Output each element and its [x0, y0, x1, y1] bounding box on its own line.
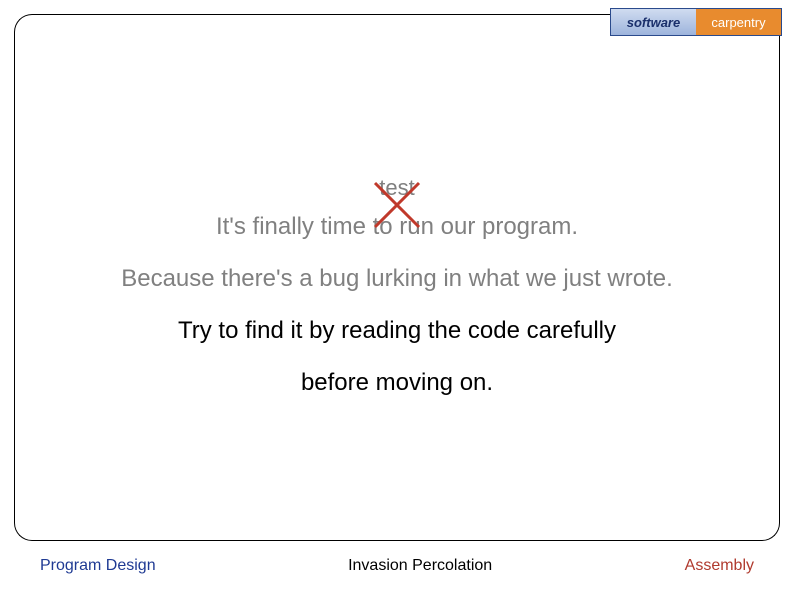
logo: software carpentry [610, 8, 782, 36]
body-line-3: Try to find it by reading the code caref… [0, 317, 794, 345]
slide-border-top [100, 14, 694, 15]
body-line-1: It's finally time to run our program. [0, 213, 794, 241]
crossed-out-word: run [399, 213, 434, 240]
footer-left: Program Design [40, 557, 156, 575]
slide-border-br [690, 451, 780, 541]
logo-left: software [611, 9, 696, 35]
footer: Program Design Invasion Percolation Asse… [0, 557, 794, 575]
body-line-4: before moving on. [0, 369, 794, 397]
footer-center: Invasion Percolation [348, 557, 492, 575]
slide-border-bottom [100, 540, 694, 541]
footer-right: Assembly [685, 557, 754, 575]
slide: software carpentry test It's finally tim… [0, 0, 794, 595]
body-line-2: Because there's a bug lurking in what we… [0, 265, 794, 293]
slide-border-tl [14, 14, 104, 104]
line1-prefix: It's finally time to [216, 213, 399, 240]
slide-border-bl [14, 451, 104, 541]
logo-right: carpentry [696, 9, 781, 35]
line1-suffix: our program. [434, 213, 578, 240]
slide-content: test It's finally time to run our progra… [0, 175, 794, 397]
test-label: test [0, 175, 794, 201]
